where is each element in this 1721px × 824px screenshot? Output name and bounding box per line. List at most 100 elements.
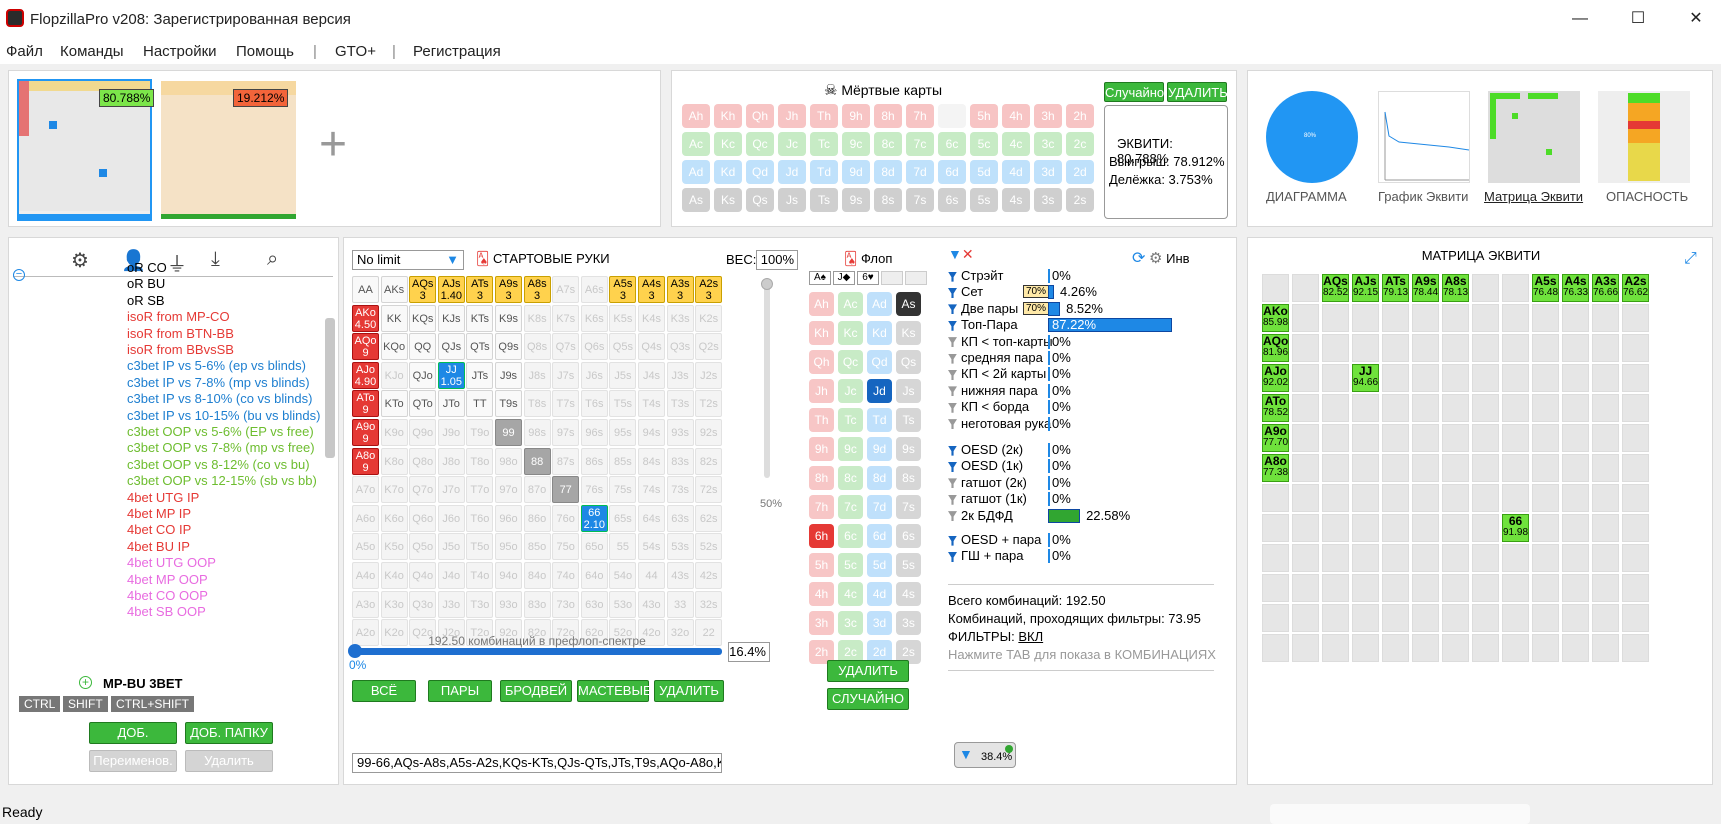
tree-item[interactable]: 4bet MP OOP	[127, 572, 208, 587]
hand-cell[interactable]: A9s 3	[495, 276, 522, 303]
equity-cell[interactable]	[1352, 304, 1379, 332]
expand-folder-icon[interactable]: +	[79, 676, 92, 689]
search-icon[interactable]: ⌕	[267, 248, 278, 271]
dead-card[interactable]: Qc	[746, 132, 774, 156]
hand-cell[interactable]: 86s	[580, 447, 608, 475]
equity-cell[interactable]	[1412, 544, 1439, 572]
flop-card[interactable]: 8d	[867, 466, 892, 490]
equity-cell[interactable]	[1322, 604, 1349, 632]
tree-item[interactable]: c3bet IP vs 5-6% (ep vs blinds)	[127, 358, 306, 373]
hand-cell[interactable]: Q4o	[409, 562, 437, 589]
equity-cell[interactable]	[1292, 394, 1319, 422]
hand-cell[interactable]: Q8s	[523, 333, 551, 361]
equity-cell[interactable]: AJs 92.15	[1352, 274, 1379, 302]
equity-cell[interactable]	[1322, 364, 1349, 392]
equity-cell[interactable]	[1322, 484, 1349, 512]
hand-cell[interactable]: J9o	[437, 419, 465, 446]
hand-cell[interactable]: K3o	[380, 590, 408, 618]
flop-card[interactable]: Kd	[867, 321, 892, 345]
hand-cell[interactable]: 33	[666, 590, 694, 618]
flop-card[interactable]: Jh	[809, 379, 834, 403]
flop-card[interactable]: 4h	[809, 582, 834, 606]
settings-gear-icon[interactable]: ⚙	[71, 248, 89, 273]
tree-item[interactable]: 4bet BU IP	[127, 539, 190, 554]
dead-card[interactable]: 5h	[970, 104, 998, 128]
hand-cell[interactable]: Q6s	[580, 333, 608, 361]
range-text-input[interactable]: 99-66,AQs-A8s,A5s-A2s,KQs-KTs,QJs-QTs,JT…	[352, 753, 722, 773]
flop-card[interactable]: 3s	[896, 611, 921, 635]
tree-folder[interactable]: MP-BU 3BET	[103, 676, 182, 691]
dead-card[interactable]: Ts	[810, 188, 838, 212]
hand-cell[interactable]: 97o	[495, 476, 522, 504]
equity-cell[interactable]	[1292, 334, 1319, 362]
tree-item[interactable]: c3bet IP vs 8-10% (co vs blinds)	[127, 391, 312, 406]
prefop-slider[interactable]	[352, 648, 722, 655]
equity-cell[interactable]	[1442, 304, 1469, 332]
equity-cell[interactable]	[1622, 484, 1649, 512]
equity-cell[interactable]	[1442, 364, 1469, 392]
equity-cell[interactable]	[1382, 394, 1409, 422]
equity-cell[interactable]: A8o 77.38	[1262, 454, 1289, 482]
equity-cell[interactable]	[1382, 424, 1409, 452]
hand-cell[interactable]: 44	[638, 562, 665, 589]
dead-card[interactable]: 8s	[874, 188, 902, 212]
hand-cell[interactable]: A4s 3	[638, 276, 665, 303]
dead-card[interactable]: Tc	[810, 132, 838, 156]
equity-cell[interactable]	[1622, 424, 1649, 452]
hand-cell[interactable]: T4o	[466, 562, 494, 589]
equity-cell[interactable]	[1382, 544, 1409, 572]
hand-cell[interactable]: 88	[523, 447, 551, 475]
hand-cell[interactable]: A6s	[580, 276, 608, 303]
equity-cell[interactable]	[1532, 394, 1559, 422]
equity-cell[interactable]	[1562, 634, 1589, 662]
hand-cell[interactable]: J3o	[437, 590, 465, 618]
equity-cell[interactable]	[1502, 334, 1529, 362]
equity-cell[interactable]	[1412, 514, 1439, 542]
hand-cell[interactable]: A8o 9	[352, 447, 379, 475]
tree-item[interactable]: oR BU	[127, 276, 165, 291]
equity-cell[interactable]: A5s 76.48	[1532, 274, 1559, 302]
hand-cell[interactable]: A9o 9	[352, 419, 379, 446]
hand-cell[interactable]: 98o	[495, 447, 522, 475]
equity-cell[interactable]	[1532, 454, 1559, 482]
filter-funnel-button[interactable]: ▼ 38.4%	[954, 742, 1016, 768]
menu-file[interactable]: Файл	[6, 43, 43, 60]
filter-clear-icons[interactable]: ▼✕	[948, 246, 974, 263]
flop-card[interactable]: 6h	[809, 524, 834, 548]
equity-cell[interactable]	[1412, 574, 1439, 602]
equity-cell[interactable]	[1532, 634, 1559, 662]
hand-cell[interactable]: J4s	[638, 361, 665, 389]
hand-cell[interactable]: KK	[380, 304, 408, 332]
equity-cell[interactable]	[1472, 304, 1499, 332]
dead-card[interactable]: 9d	[842, 160, 870, 184]
equity-cell[interactable]	[1502, 544, 1529, 572]
weight-slider[interactable]	[764, 278, 770, 478]
hand-cell[interactable]: A2s 3	[695, 276, 723, 303]
flop-card[interactable]: Jc	[838, 379, 863, 403]
hand-cell[interactable]: T7o	[466, 476, 494, 504]
hand-cell[interactable]: JJ 1.05	[437, 361, 465, 389]
equity-cell[interactable]	[1562, 514, 1589, 542]
dead-card[interactable]: 8c	[874, 132, 902, 156]
hand-cell[interactable]: QJs	[437, 333, 465, 361]
hand-cell[interactable]: T3s	[666, 390, 694, 418]
stat-row[interactable]: средняя пара 0%	[948, 350, 1218, 366]
equity-cell[interactable]	[1592, 364, 1619, 392]
gear-icon[interactable]: ⚙	[1149, 250, 1162, 267]
hand-cell[interactable]: AQs 3	[409, 276, 437, 303]
stat-row[interactable]: OESD + пара 0%	[948, 532, 1218, 548]
equity-cell[interactable]	[1292, 454, 1319, 482]
equity-cell[interactable]	[1472, 424, 1499, 452]
equity-cell[interactable]	[1622, 574, 1649, 602]
equity-cell[interactable]	[1562, 604, 1589, 632]
equity-cell[interactable]	[1592, 634, 1619, 662]
game-type-select[interactable]: No limit ▼	[352, 250, 464, 270]
filter-icon[interactable]	[948, 461, 957, 472]
equity-cell[interactable]	[1472, 544, 1499, 572]
equity-cell[interactable]	[1502, 574, 1529, 602]
flop-card[interactable]: 6d	[867, 524, 892, 548]
hand-cell[interactable]: QQ	[409, 333, 437, 361]
hand-cell[interactable]: T9s	[495, 390, 522, 418]
equity-cell[interactable]	[1502, 364, 1529, 392]
equity-cell[interactable]	[1472, 274, 1499, 302]
